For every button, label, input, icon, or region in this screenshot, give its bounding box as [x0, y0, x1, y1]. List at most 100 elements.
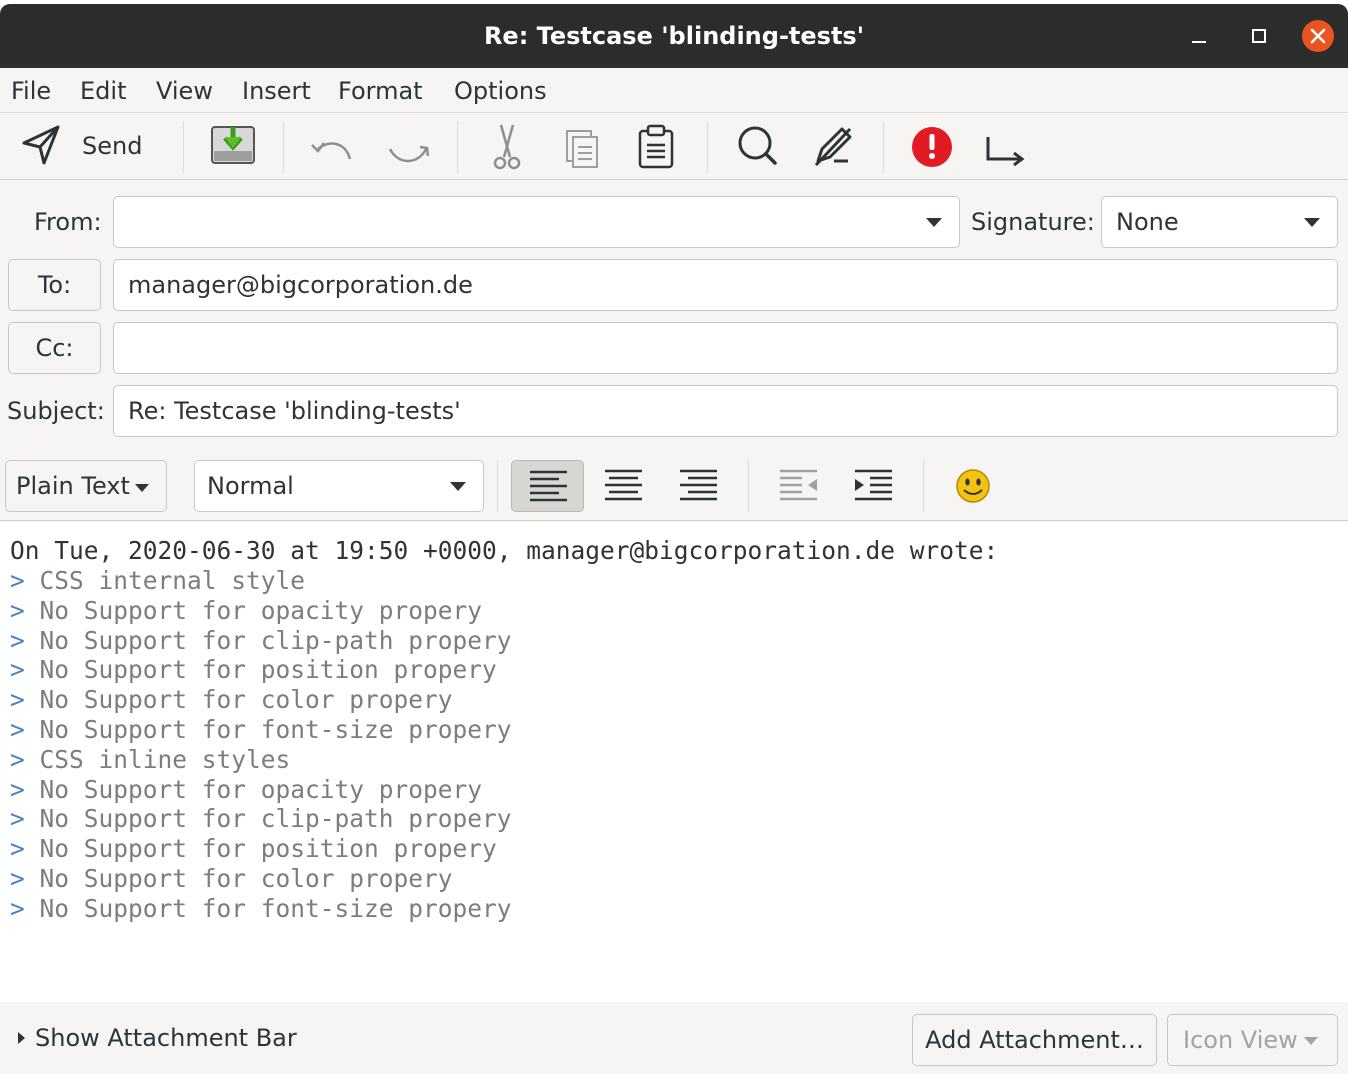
quoted-line: > CSS internal style: [10, 566, 305, 596]
toolbar-separator: [457, 121, 458, 173]
spell-check-icon: [814, 127, 852, 167]
chevron-down-icon: [135, 484, 149, 492]
menu-view[interactable]: View: [156, 68, 213, 114]
paragraph-style-select[interactable]: Normal: [194, 460, 484, 512]
undo-button[interactable]: [306, 121, 356, 171]
chevron-down-icon: [926, 218, 942, 227]
quote-marker: >: [10, 715, 25, 744]
quoted-line-text: No Support for color propery: [39, 864, 453, 893]
paragraph-style-value: Normal: [207, 472, 294, 500]
copy-button[interactable]: [558, 121, 608, 171]
quote-marker: >: [10, 864, 25, 893]
signature-select[interactable]: None: [1101, 196, 1338, 248]
window-title: Re: Testcase 'blinding-tests': [483, 22, 865, 50]
find-button[interactable]: [732, 121, 782, 171]
reply-attribution: On Tue, 2020-06-30 at 19:50 +0000, manag…: [10, 536, 999, 565]
toolbar-separator: [183, 121, 184, 173]
signature-value: None: [1116, 208, 1179, 236]
quoted-line: > No Support for color propery: [10, 685, 453, 715]
align-left-icon: [530, 470, 567, 502]
attachment-view-select[interactable]: Icon View: [1167, 1014, 1338, 1066]
outdent-icon: [780, 469, 817, 501]
indent-button[interactable]: [837, 460, 910, 512]
quoted-line: > No Support for clip-path propery: [10, 626, 512, 656]
toolbar-separator: [883, 121, 884, 173]
redo-button[interactable]: [384, 121, 434, 171]
insert-emoticon-button[interactable]: [944, 460, 1002, 512]
editor-mode-button[interactable]: Plain Text: [5, 460, 167, 512]
subject-field[interactable]: Re: Testcase 'blinding-tests': [113, 385, 1338, 437]
signature-label: Signature:: [971, 208, 1095, 236]
message-body-editor[interactable]: On Tue, 2020-06-30 at 19:50 +0000, manag…: [0, 522, 1348, 1002]
add-attachment-button[interactable]: Add Attachment…: [912, 1014, 1157, 1066]
quoted-line-text: No Support for position propery: [39, 655, 497, 685]
to-field[interactable]: manager@bigcorporation.de: [113, 259, 1338, 311]
editor-mode-label: Plain Text: [16, 472, 130, 500]
quoted-line-text: No Support for opacity propery: [39, 595, 483, 625]
toolbar-separator: [707, 121, 708, 173]
format-toolbar: Plain Text Normal: [0, 450, 1348, 521]
menu-insert[interactable]: Insert: [242, 68, 311, 114]
menu-edit[interactable]: Edit: [80, 68, 126, 114]
toolbar-separator: [923, 460, 924, 512]
quoted-line: > No Support for font-size propery: [10, 894, 512, 924]
send-button[interactable]: Send: [14, 113, 154, 179]
quoted-line: > No Support for font-size propery: [10, 715, 512, 745]
undo-icon: [311, 142, 352, 160]
cc-button[interactable]: Cc:: [8, 322, 101, 374]
cc-field[interactable]: [113, 322, 1338, 374]
paste-button[interactable]: [632, 121, 682, 171]
minimize-button[interactable]: [1183, 20, 1215, 52]
quote-marker: >: [10, 625, 25, 655]
quoted-line-text: No Support for clip-path propery: [39, 804, 512, 834]
outdent-button[interactable]: [762, 460, 835, 512]
chevron-down-icon: [1304, 1037, 1318, 1045]
send-icon: [22, 125, 60, 165]
quoted-line: > No Support for position propery: [10, 834, 497, 864]
attachment-view-label: Icon View: [1183, 1026, 1298, 1054]
indent-icon: [855, 469, 892, 501]
paste-icon: [638, 124, 674, 169]
save-draft-icon: [211, 126, 255, 164]
align-center-button[interactable]: [587, 460, 660, 512]
toolbar-separator: [748, 460, 749, 512]
quote-marker: >: [10, 893, 25, 923]
spell-check-button[interactable]: [808, 121, 858, 171]
menu-file[interactable]: File: [11, 68, 51, 114]
menu-options[interactable]: Options: [454, 68, 547, 114]
copy-icon: [566, 130, 598, 168]
cut-icon: [493, 124, 521, 170]
show-attachment-bar-label: Show Attachment Bar: [35, 1024, 297, 1052]
maximize-button[interactable]: [1243, 20, 1275, 52]
save-draft-button[interactable]: [206, 121, 260, 171]
menu-bar: File Edit View Insert Format Options: [0, 68, 1348, 113]
align-left-button[interactable]: [511, 460, 584, 512]
quote-marker: >: [10, 655, 25, 685]
quote-marker: >: [10, 685, 25, 715]
align-right-button[interactable]: [662, 460, 735, 512]
expander-arrow-icon: [18, 1032, 25, 1044]
quoted-line-text: No Support for position propery: [39, 834, 497, 864]
close-button[interactable]: [1302, 20, 1334, 52]
quoted-line-text: No Support for color propery: [39, 685, 453, 715]
align-center-icon: [605, 469, 642, 501]
to-button[interactable]: To:: [8, 259, 101, 311]
quote-marker: >: [10, 566, 25, 595]
important-icon: [912, 127, 952, 167]
quoted-line-text: CSS internal style: [39, 566, 306, 595]
toolbar-separator: [283, 121, 284, 173]
from-select[interactable]: [113, 196, 960, 248]
toolbar-separator: [497, 460, 498, 512]
quote-marker: >: [10, 804, 25, 834]
quoted-line-text: No Support for clip-path propery: [39, 625, 512, 655]
subject-label: Subject:: [7, 397, 105, 425]
reply-options-button[interactable]: [982, 121, 1032, 171]
window-titlebar[interactable]: Re: Testcase 'blinding-tests': [0, 4, 1348, 68]
quoted-line-text: CSS inline styles: [39, 744, 291, 774]
attachment-bar: Show Attachment Bar Add Attachment… Icon…: [0, 1003, 1348, 1072]
menu-format[interactable]: Format: [338, 68, 423, 114]
cut-button[interactable]: [482, 121, 532, 171]
redo-icon: [388, 145, 430, 163]
maximize-icon: [1252, 29, 1266, 43]
important-button[interactable]: [907, 121, 957, 171]
